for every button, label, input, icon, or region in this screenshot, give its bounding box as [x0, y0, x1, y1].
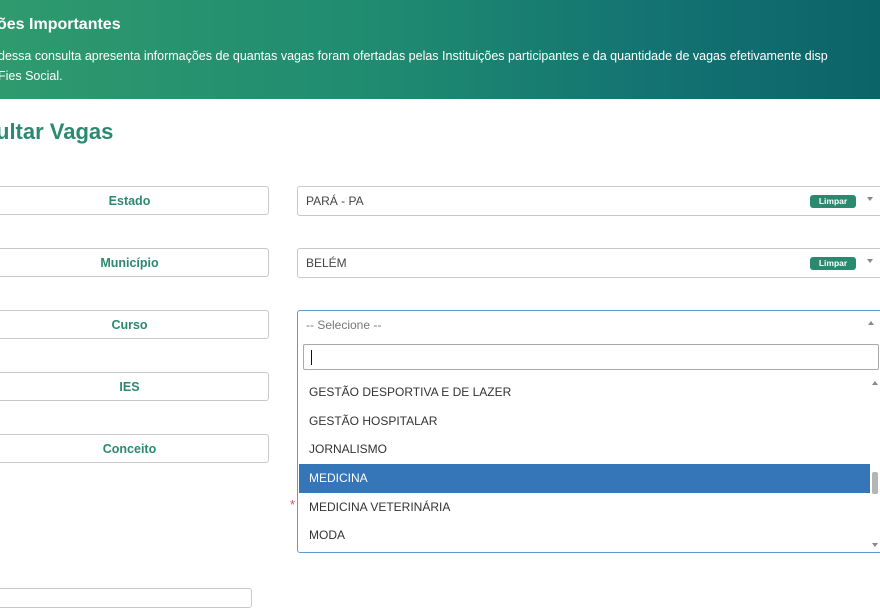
banner-text-line-1: dessa consulta apresenta informações de … [0, 49, 828, 63]
banner-text: dessa consulta apresenta informações de … [0, 46, 880, 86]
municipio-select[interactable]: BELÉM Limpar [297, 248, 880, 278]
options-scrollbar[interactable] [870, 378, 880, 551]
text-cursor [311, 350, 312, 365]
curso-placeholder: -- Selecione -- [306, 318, 382, 332]
municipio-label: Município [0, 248, 269, 277]
required-marker: * [290, 497, 296, 512]
curso-label: Curso [0, 310, 269, 339]
scrollbar-thumb[interactable] [872, 472, 878, 494]
estado-label-text: Estado [108, 193, 151, 208]
ies-label: IES [0, 372, 269, 401]
estado-value: PARÁ - PA [306, 194, 364, 208]
bottom-field-partial[interactable] [0, 588, 252, 608]
ies-label-text: IES [119, 379, 140, 394]
conceito-label: Conceito [0, 434, 269, 463]
scroll-up-arrow-icon[interactable] [872, 381, 878, 385]
curso-options-list: GESTÃO DESPORTIVA E DE LAZER GESTÃO HOSP… [299, 378, 870, 550]
page-title: ultar Vagas [0, 119, 114, 144]
chevron-down-icon[interactable] [867, 197, 873, 201]
curso-select-open[interactable]: -- Selecione -- GESTÃO DESPORTIVA E DE L… [297, 310, 880, 553]
estado-label: Estado [0, 186, 269, 215]
banner-title: ões Importantes [0, 16, 121, 33]
chevron-up-icon[interactable] [868, 321, 874, 325]
curso-option[interactable]: GESTÃO HOSPITALAR [299, 407, 870, 436]
curso-search-input[interactable] [303, 344, 879, 370]
curso-option[interactable]: GESTÃO DESPORTIVA E DE LAZER [299, 378, 870, 407]
curso-option-selected[interactable]: MEDICINA [299, 464, 870, 493]
curso-option[interactable]: MEDICINA VETERINÁRIA [299, 493, 870, 522]
banner-text-line-2: Fies Social. [0, 69, 63, 83]
curso-label-text: Curso [111, 317, 148, 332]
conceito-label-text: Conceito [102, 441, 157, 456]
info-banner: ões Importantes dessa consulta apresenta… [0, 0, 880, 99]
estado-select[interactable]: PARÁ - PA Limpar [297, 186, 880, 216]
municipio-value: BELÉM [306, 256, 347, 270]
municipio-clear-button[interactable]: Limpar [810, 257, 856, 270]
municipio-label-text: Município [100, 255, 159, 270]
curso-option[interactable]: JORNALISMO [299, 435, 870, 464]
estado-clear-button[interactable]: Limpar [810, 195, 856, 208]
curso-option[interactable]: MODA [299, 521, 870, 550]
chevron-down-icon[interactable] [867, 259, 873, 263]
scroll-down-arrow-icon[interactable] [872, 543, 878, 547]
